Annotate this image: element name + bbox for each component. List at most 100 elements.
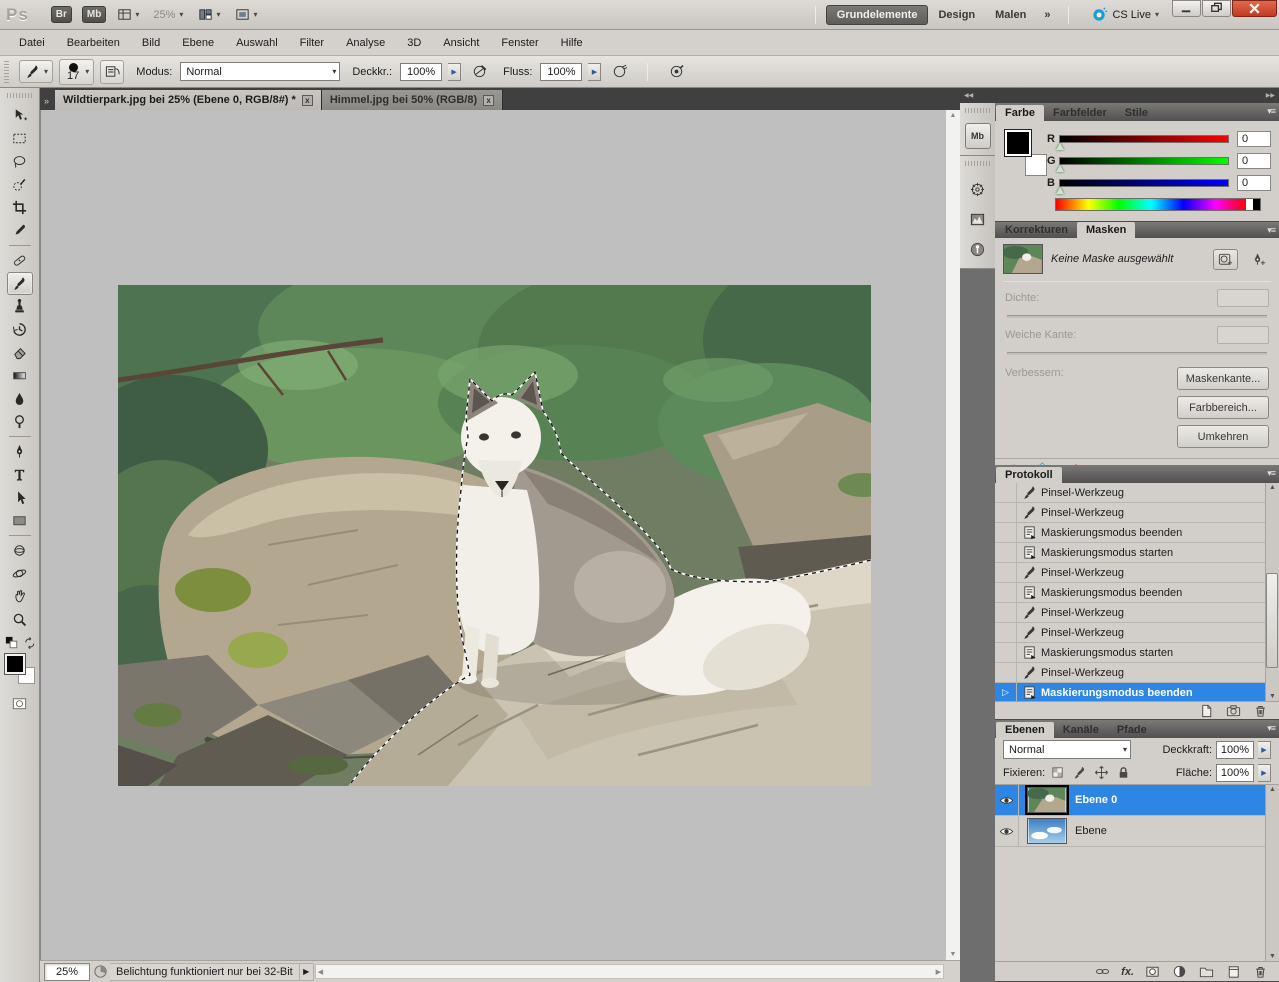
collapse-dock-icon[interactable]: ▶▶ <box>1266 92 1275 99</box>
green-value-input[interactable]: 0 <box>1237 153 1271 169</box>
slider-thumb[interactable] <box>1056 143 1064 150</box>
tab-farbfelder[interactable]: Farbfelder <box>1044 105 1116 121</box>
slider-thumb[interactable] <box>1056 165 1064 172</box>
panel-menu-icon[interactable]: ▾≡ <box>1267 723 1275 734</box>
delete-state-icon[interactable] <box>1252 702 1269 719</box>
menu-3d[interactable]: 3D <box>396 33 432 53</box>
tool-preset-picker[interactable]: ▾ <box>19 60 53 83</box>
menu-auswahl[interactable]: Auswahl <box>225 33 289 53</box>
slider-thumb[interactable] <box>1056 187 1064 194</box>
panel-menu-icon[interactable]: ▾≡ <box>1267 106 1275 117</box>
close-button[interactable] <box>1232 0 1277 17</box>
navigator-panel-button[interactable] <box>965 176 991 202</box>
scroll-down-icon[interactable]: ▼ <box>1269 693 1276 700</box>
menu-datei[interactable]: Datei <box>8 33 56 53</box>
invert-button[interactable]: Umkehren <box>1177 425 1269 448</box>
menu-ansicht[interactable]: Ansicht <box>432 33 490 53</box>
scroll-down-icon[interactable]: ▼ <box>1269 953 1276 960</box>
layer-thumbnail[interactable] <box>1027 818 1067 844</box>
layer-blend-mode-select[interactable]: Normal ▾ <box>1003 740 1131 759</box>
history-state[interactable]: Pinsel-Werkzeug <box>995 563 1279 583</box>
workspace-overflow-button[interactable]: » <box>1044 9 1050 21</box>
tool-gradient[interactable] <box>7 364 33 387</box>
tool-brush[interactable] <box>7 272 33 295</box>
horizontal-scrollbar[interactable]: ◀ ▶ <box>315 964 944 979</box>
new-group-icon[interactable] <box>1198 963 1215 980</box>
tool-3d-orbit[interactable] <box>7 562 33 585</box>
scroll-up-icon[interactable]: ▲ <box>950 112 957 119</box>
blue-slider[interactable] <box>1059 179 1229 187</box>
canvas-image[interactable] <box>118 285 871 786</box>
opacity-spinner[interactable]: ▶ <box>448 63 461 81</box>
tab-protokoll[interactable]: Protokoll <box>996 467 1062 483</box>
new-snapshot-icon[interactable] <box>1225 702 1242 719</box>
color-range-button[interactable]: Farbbereich... <box>1177 396 1269 419</box>
tab-masken[interactable]: Masken <box>1077 222 1135 238</box>
history-state[interactable]: Maskierungsmodus beenden <box>995 523 1279 543</box>
history-source-checkbox[interactable] <box>995 583 1017 602</box>
foreground-color-swatch[interactable] <box>1005 130 1031 156</box>
history-source-checkbox[interactable] <box>995 543 1017 562</box>
red-value-input[interactable]: 0 <box>1237 131 1271 147</box>
tool-eraser[interactable] <box>7 341 33 364</box>
layer-fill-input[interactable]: 100% <box>1216 764 1254 782</box>
panel-menu-icon[interactable]: ▾≡ <box>1267 468 1275 479</box>
tool-clone-stamp[interactable] <box>7 295 33 318</box>
dock-collapse-bar[interactable]: ◀◀ <box>960 88 995 103</box>
document-tab-wildtierpark[interactable]: Wildtierpark.jpg bei 25% (Ebene 0, RGB/8… <box>55 90 322 110</box>
status-menu-button[interactable]: ▶ <box>300 963 314 981</box>
tab-korrekturen[interactable]: Korrekturen <box>996 222 1077 238</box>
tool-lasso[interactable] <box>7 150 33 173</box>
history-state[interactable]: Pinsel-Werkzeug <box>995 623 1279 643</box>
workspace-design[interactable]: Design <box>928 6 985 24</box>
color-spectrum-ramp[interactable] <box>1055 198 1261 211</box>
quick-mask-button[interactable] <box>7 692 33 715</box>
history-source-checkbox[interactable] <box>995 503 1017 522</box>
scroll-left-icon[interactable]: ◀ <box>318 968 323 976</box>
history-state[interactable]: Pinsel-Werkzeug <box>995 663 1279 683</box>
tool-zoom[interactable] <box>7 608 33 631</box>
history-source-checkbox[interactable] <box>995 563 1017 582</box>
tab-kanaele[interactable]: Kanäle <box>1054 722 1108 738</box>
tab-ebenen[interactable]: Ebenen <box>996 722 1054 738</box>
red-slider[interactable] <box>1059 135 1229 143</box>
add-pixel-mask-button[interactable] <box>1213 249 1238 270</box>
tool-rectangular-marquee[interactable] <box>7 127 33 150</box>
history-source-checkbox[interactable] <box>995 643 1017 662</box>
mask-edge-button[interactable]: Maskenkante... <box>1177 367 1269 390</box>
tablet-opacity-button[interactable] <box>467 60 491 84</box>
history-state-marker[interactable]: ▷ <box>995 683 1017 701</box>
arrange-documents-button[interactable]: ▾ <box>197 6 220 23</box>
history-source-checkbox[interactable] <box>995 603 1017 622</box>
delete-layer-icon[interactable] <box>1252 963 1269 980</box>
menu-ebene[interactable]: Ebene <box>171 33 225 53</box>
spectrum-white[interactable] <box>1246 199 1253 210</box>
menu-bild[interactable]: Bild <box>131 33 171 53</box>
history-state[interactable]: Maskierungsmodus beenden <box>995 583 1279 603</box>
tool-crop[interactable] <box>7 196 33 219</box>
layer-name[interactable]: Ebene <box>1075 825 1107 837</box>
layer-opacity-spinner[interactable]: ▶ <box>1258 741 1271 759</box>
tool-3d-rotate[interactable] <box>7 539 33 562</box>
default-colors-icon[interactable] <box>4 635 21 652</box>
history-state[interactable]: Pinsel-Werkzeug <box>995 603 1279 623</box>
history-state[interactable]: Pinsel-Werkzeug <box>995 483 1279 503</box>
zoom-level-button[interactable]: 25% ▾ <box>153 9 183 21</box>
vertical-scrollbar[interactable]: ▲ ▼ <box>945 110 960 960</box>
restore-button[interactable] <box>1202 0 1231 17</box>
blue-value-input[interactable]: 0 <box>1237 175 1271 191</box>
link-layers-icon[interactable] <box>1094 963 1111 980</box>
scroll-up-icon[interactable]: ▲ <box>1269 484 1276 491</box>
scroll-right-icon[interactable]: ▶ <box>936 968 941 976</box>
history-state-selected[interactable]: ▷Maskierungsmodus beenden <box>995 683 1279 701</box>
collapse-dock-icon[interactable]: ◀◀ <box>964 92 973 99</box>
status-info-button[interactable] <box>90 960 110 982</box>
tab-pfade[interactable]: Pfade <box>1108 722 1156 738</box>
workspace-grundelemente[interactable]: Grundelemente <box>826 5 929 25</box>
tool-spot-healing-brush[interactable] <box>7 249 33 272</box>
layer-name[interactable]: Ebene 0 <box>1075 794 1117 806</box>
flow-spinner[interactable]: ▶ <box>588 63 601 81</box>
blend-mode-select[interactable]: Normal ▾ <box>180 62 340 81</box>
lock-pixels-icon[interactable] <box>1071 764 1088 781</box>
layer-row-ebene[interactable]: Ebene <box>995 816 1279 847</box>
